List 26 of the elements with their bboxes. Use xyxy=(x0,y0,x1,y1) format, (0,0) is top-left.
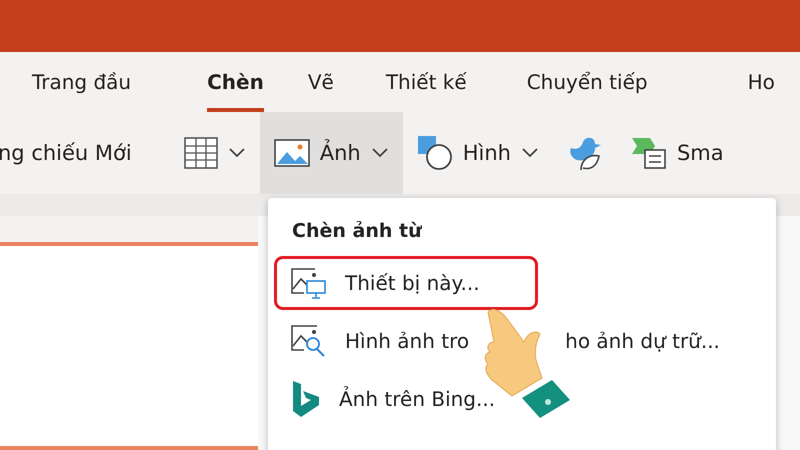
ribbon-label: ng chiếu Mới xyxy=(0,141,132,165)
picture-icon xyxy=(274,139,310,167)
ribbon-tab[interactable]: Chuyển tiếp xyxy=(526,52,648,112)
shapes-icon xyxy=(416,135,453,171)
menu-item[interactable]: Ảnh trên Bing... xyxy=(274,372,770,426)
menu-item[interactable]: Hình ảnh tro ho ảnh dự trữ... xyxy=(274,314,770,368)
ribbon-tab[interactable]: Trang đầu xyxy=(32,52,132,112)
ribbon-tab[interactable]: Vẽ xyxy=(308,52,334,112)
ribbon-tab[interactable]: Thiết kế xyxy=(386,52,467,112)
menu-header: Chèn ảnh từ xyxy=(291,220,423,242)
table-icon xyxy=(184,137,218,169)
menu-item[interactable]: Thiết bị này... xyxy=(274,256,538,310)
slide-thumbnail[interactable] xyxy=(0,242,258,450)
bing-logo-icon xyxy=(291,380,321,418)
picture-monitor-icon xyxy=(291,267,327,299)
ribbon-tab[interactable]: Ho xyxy=(748,52,775,112)
shapes-button[interactable]: Hình xyxy=(402,112,553,194)
picture-button[interactable]: Ảnh xyxy=(260,112,403,194)
chevron-down-icon xyxy=(520,147,539,159)
chevron-down-icon xyxy=(228,147,246,159)
chevron-down-icon xyxy=(370,147,389,159)
smartart-button[interactable]: Sma xyxy=(616,112,738,194)
picture-search-icon xyxy=(291,324,327,358)
menu-item-label: Hình ảnh tro xyxy=(345,329,470,353)
menu-item-label: ho ảnh dự trữ... xyxy=(565,329,720,353)
smartart-icon xyxy=(630,136,667,170)
